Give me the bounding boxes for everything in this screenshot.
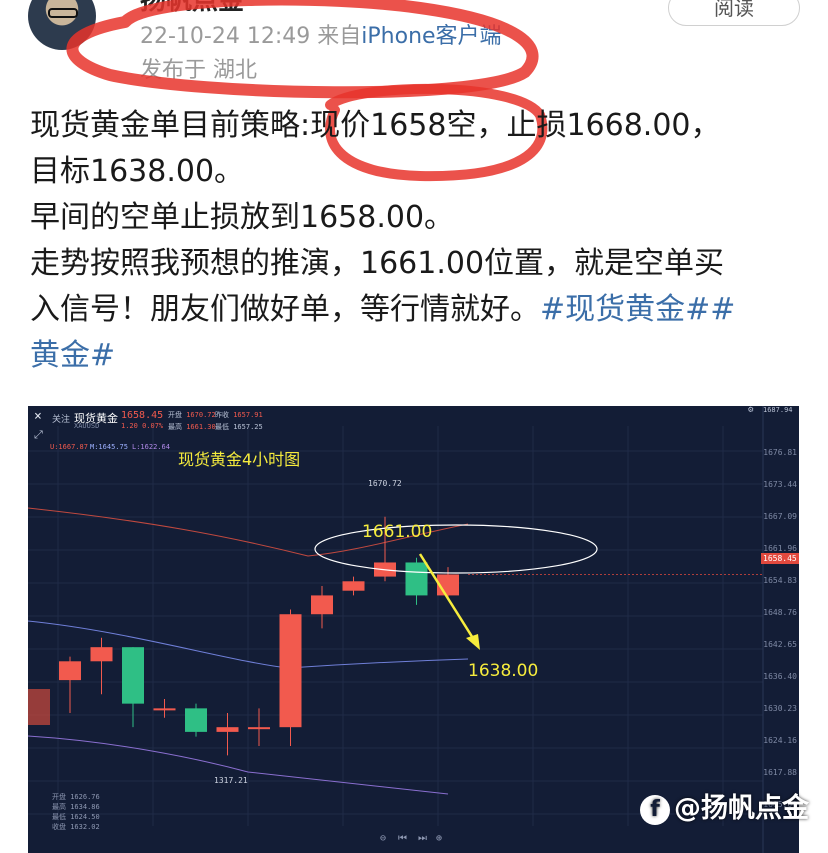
- forward-icon[interactable]: ⏭: [418, 833, 427, 844]
- username[interactable]: 扬帆点金: [140, 0, 244, 17]
- rewind-icon[interactable]: ⏮: [398, 833, 407, 844]
- ohlc-stat: 最低 1624.50: [52, 813, 100, 821]
- candle-body: [153, 708, 176, 711]
- annotation-arrowhead: [466, 634, 480, 650]
- quote-prev: 昨收 1657.91: [215, 411, 263, 419]
- ohlc-stat: 收盘 1632.02: [52, 823, 100, 831]
- price-axis-tick: 1676.81: [763, 448, 797, 457]
- price-axis-tick: 1661.96: [763, 544, 797, 553]
- hashtag-link[interactable]: #现货黄金##: [540, 292, 735, 327]
- post-line: 早间的空单止损放到1658.00。: [30, 200, 455, 235]
- post-location: 发布于 湖北: [140, 58, 257, 83]
- source-prefix: 来自: [317, 24, 362, 49]
- high-label: 1670.72: [368, 479, 402, 488]
- price-axis-tick: 1648.76: [763, 608, 797, 617]
- annotation-target-label: 1638.00: [468, 661, 539, 681]
- indicator-upper: U:1667.87: [50, 443, 88, 451]
- price-axis-tick: 1630.23: [763, 704, 797, 713]
- chart-title: 现货黄金4小时图: [178, 450, 301, 469]
- weibo-logo-icon: f: [640, 794, 670, 825]
- top-right-label: 1687.94: [763, 406, 793, 414]
- post-line-with-hashtag: 入信号！朋友们做好单，等行情就好。#现货黄金##: [30, 292, 736, 327]
- quote-low: 最低 1657.25: [215, 423, 263, 431]
- avatar-glasses: [48, 8, 78, 18]
- candle-body: [311, 595, 333, 615]
- price-axis-tick: 1636.40: [763, 672, 797, 681]
- quote-open: 开盘 1670.72: [168, 411, 216, 419]
- expand-icon[interactable]: ⤢: [34, 428, 43, 442]
- read-button[interactable]: 阅读: [668, 0, 800, 26]
- close-icon[interactable]: ×: [34, 409, 42, 424]
- ohlc-stat: 最高 1634.86: [52, 803, 100, 811]
- price-axis-tick: 1673.44: [763, 480, 797, 489]
- settings-icon[interactable]: ⚙: [748, 406, 753, 415]
- post-line: 走势按照我预想的推演，1661.00位置，就是空单买: [30, 246, 725, 281]
- quote-high: 最高 1661.30: [168, 423, 216, 431]
- lower-band-line: [28, 735, 449, 795]
- post-line: 黄金#: [30, 333, 810, 379]
- candle-body: [90, 647, 113, 662]
- low-label: 1317.21: [214, 776, 248, 785]
- candle-body: [279, 614, 302, 728]
- follow-tag[interactable]: 关注: [52, 412, 70, 425]
- indicator-lower: L:1622.64: [132, 443, 170, 451]
- candle-body: [185, 708, 207, 732]
- post-timestamp: 22-10-24 12:49: [140, 24, 311, 49]
- candle-body: [405, 562, 428, 596]
- last-price: 1658.45: [121, 410, 164, 421]
- price-axis-tick: 1642.65: [763, 640, 797, 649]
- candle-body: [122, 647, 144, 704]
- avatar[interactable]: [28, 0, 96, 50]
- price-axis-tick: 1624.16: [763, 736, 797, 745]
- symbol-code: XAUUSD: [74, 422, 100, 430]
- annotation-ellipse: [314, 524, 598, 574]
- candle-body: [216, 727, 239, 732]
- candle-body: [248, 727, 270, 730]
- indicator-middle: M:1645.75: [90, 443, 128, 451]
- post-line: 现货黄金单目前策略:现价1658空，止损1668.00，: [30, 108, 721, 143]
- price-axis-tick: 1617.88: [763, 768, 797, 777]
- hashtag-link[interactable]: 黄金#: [30, 338, 115, 373]
- zoom-out-icon[interactable]: ⊖: [380, 833, 386, 844]
- post-line: 目标1638.00。: [30, 154, 245, 189]
- candle-body: [59, 661, 81, 681]
- candle-body: [342, 581, 365, 591]
- ohlc-stat: 开盘 1626.76: [52, 793, 100, 801]
- zoom-in-icon[interactable]: ⊕: [436, 833, 442, 844]
- post-meta: 22-10-24 12:49 来自iPhone客户端: [140, 18, 502, 50]
- price-axis-tick: 1654.83: [763, 576, 797, 585]
- watermark: f @扬帆点金: [640, 786, 809, 825]
- annotation-entry-label: 1661.00: [362, 522, 433, 542]
- current-price-tag: 1658.45: [761, 553, 799, 564]
- price-change: 1.20 0.07%: [121, 422, 164, 430]
- partial-candle: [28, 689, 50, 725]
- post-body: 现货黄金单目前策略:现价1658空，止损1668.00， 目标1638.00。 …: [30, 103, 810, 379]
- source-link[interactable]: iPhone客户端: [361, 24, 501, 49]
- price-axis-tick: 1667.09: [763, 512, 797, 521]
